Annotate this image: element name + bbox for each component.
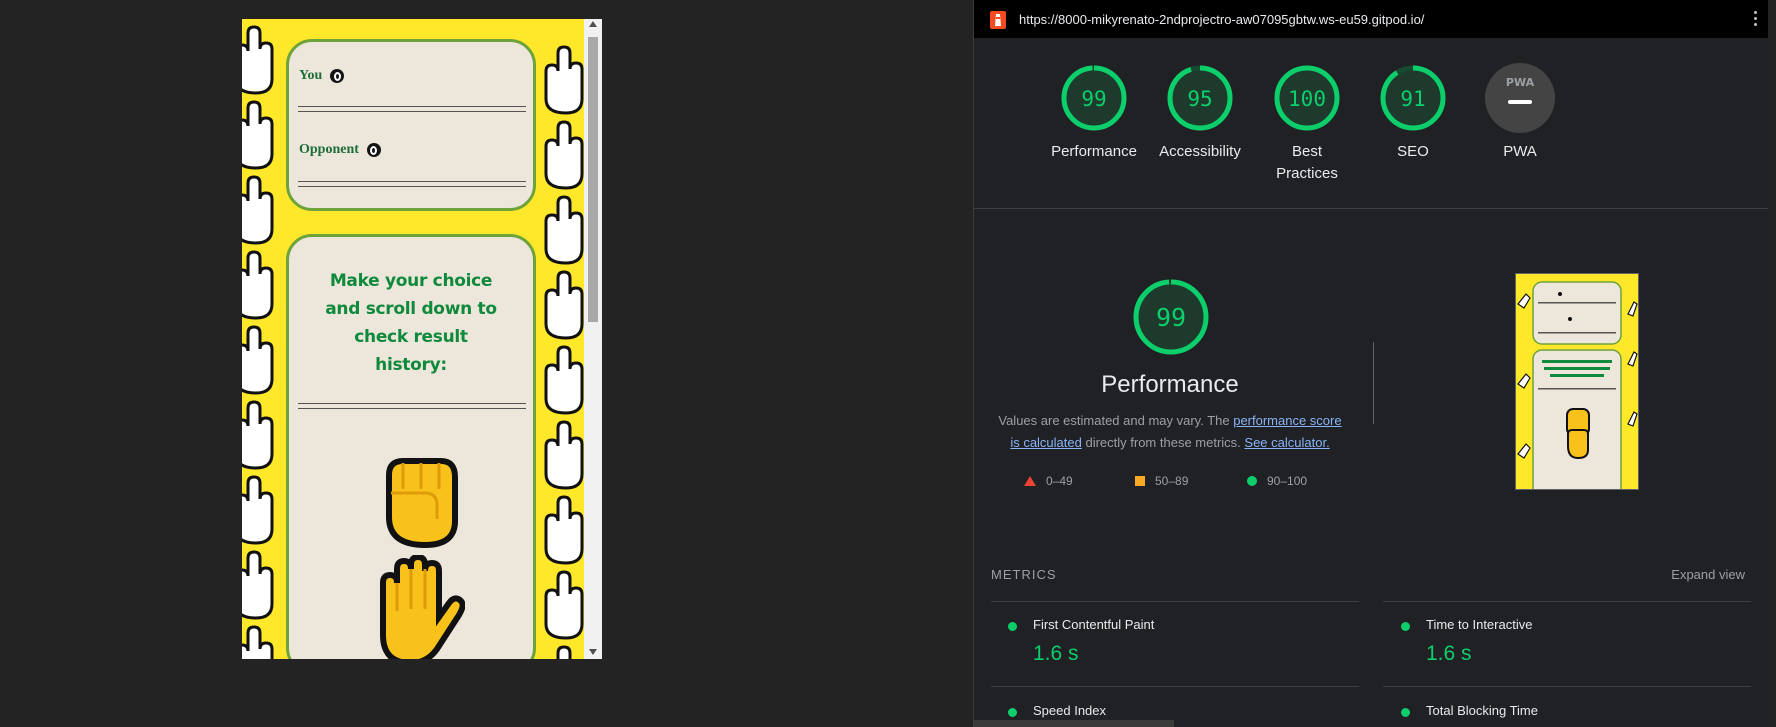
metric-value: 1.6 s [1426, 642, 1472, 665]
metric-name: First Contentful Paint [1033, 617, 1155, 632]
score-ring-icon: 100 [1274, 65, 1340, 131]
score-ring-icon: 91 [1380, 65, 1446, 131]
see-calculator-link[interactable]: See calculator. [1244, 435, 1329, 450]
legend-average: 50–89 [1135, 474, 1188, 488]
average-square-icon [1135, 476, 1145, 486]
scroll-up-arrow-icon[interactable] [589, 21, 597, 27]
values-note: Values are estimated and may vary. The p… [994, 410, 1346, 454]
legend-fail: 0–49 [1024, 474, 1073, 488]
preview-scrollbar[interactable] [584, 19, 602, 659]
gauge-separator [974, 208, 1768, 209]
gauge-best-practices[interactable]: 100 Best Practices [1247, 62, 1367, 185]
metric-value: 1.6 s [1033, 642, 1079, 665]
score-card: You Opponent [286, 39, 536, 211]
metrics-rule [991, 601, 1359, 602]
pass-circle-icon [1401, 622, 1410, 631]
url-bar: https://8000-mikyrenato-2ndprojectro-aw0… [974, 0, 1768, 38]
gauge-label-line: SEO [1397, 143, 1429, 160]
choice-card: Make your choice and scroll down to check … [286, 234, 536, 659]
choice-title-line: Make your choice [329, 271, 493, 291]
gauge-label-line: Performance [1051, 143, 1137, 160]
preview-viewport: You Opponent Make your choice and scroll … [242, 19, 584, 659]
legend-range: 50–89 [1155, 474, 1189, 488]
metrics-rule [1383, 601, 1751, 602]
svg-text:100: 100 [1288, 87, 1326, 111]
opponent-score-row: Opponent [299, 142, 381, 158]
pass-circle-icon [1247, 476, 1257, 486]
score-legend: 0–49 50–89 90–100 [1024, 472, 1364, 492]
note-text: Values are estimated and may vary. The [998, 413, 1234, 428]
fail-triangle-icon [1024, 476, 1036, 486]
score-ring-icon: 95 [1167, 65, 1233, 131]
lighthouse-logo-icon [990, 11, 1006, 29]
gauge-performance[interactable]: 99 Performance [1034, 62, 1154, 163]
pass-circle-icon [1008, 622, 1017, 631]
svg-text:99: 99 [1081, 87, 1106, 111]
mobile-preview: You Opponent Make your choice and scroll … [242, 19, 602, 659]
scroll-down-arrow-icon[interactable] [589, 649, 597, 655]
choice-title-line: and scroll down to [325, 299, 497, 319]
more-menu-icon[interactable] [1754, 11, 1758, 29]
vertical-divider [1373, 342, 1374, 424]
choice-title: Make your choice and scroll down to check … [289, 267, 533, 379]
metrics-rule [991, 686, 1359, 687]
pass-circle-icon [1008, 708, 1017, 717]
gauge-label: SEO [1353, 141, 1473, 163]
gauge-label-line: Accessibility [1159, 143, 1241, 160]
horizontal-scrollbar[interactable] [974, 720, 1174, 727]
metric-name: Speed Index [1033, 703, 1107, 718]
gauge-label-line: PWA [1503, 143, 1537, 160]
you-score-row: You [299, 68, 345, 84]
gauge-label: Accessibility [1140, 141, 1260, 163]
metrics-rule [1383, 686, 1751, 687]
svg-text:91: 91 [1400, 87, 1425, 111]
pwa-badge-icon: PWA [1485, 63, 1555, 133]
you-label: You [299, 68, 323, 83]
gauge-label: Best Practices [1247, 141, 1367, 185]
performance-title: Performance [1101, 371, 1239, 398]
choice-title-line: check result [354, 327, 468, 347]
svg-text:99: 99 [1156, 303, 1186, 332]
legend-pass: 90–100 [1247, 474, 1307, 488]
thumbnail-image [1516, 274, 1638, 489]
raised-hand-icon[interactable] [375, 555, 465, 659]
opponent-label: Opponent [299, 142, 359, 157]
lighthouse-report: https://8000-mikyrenato-2ndprojectro-aw0… [973, 0, 1768, 727]
gauge-seo[interactable]: 91 SEO [1353, 62, 1473, 163]
svg-text:95: 95 [1187, 87, 1212, 111]
expand-view-button[interactable]: Expand view [1671, 567, 1745, 582]
you-score-icon [330, 69, 345, 83]
note-text: directly from these metrics. [1081, 435, 1245, 450]
gauge-label: PWA [1460, 141, 1580, 163]
performance-big-gauge: 99 [1133, 279, 1209, 355]
legend-range: 0–49 [1046, 474, 1073, 488]
metrics-title: METRICS [991, 567, 1057, 582]
score-divider [298, 181, 526, 187]
report-url[interactable]: https://8000-mikyrenato-2ndprojectro-aw0… [1019, 12, 1424, 27]
gauge-accessibility[interactable]: 95 Accessibility [1140, 62, 1260, 163]
legend-range: 90–100 [1267, 474, 1308, 488]
pass-circle-icon [1401, 708, 1410, 717]
opponent-score-icon [366, 143, 381, 157]
score-divider [298, 106, 526, 112]
svg-text:PWA: PWA [1506, 76, 1535, 89]
gauge-pwa[interactable]: PWA PWA [1460, 62, 1580, 163]
gauge-label-line: Best [1291, 143, 1322, 160]
final-screenshot-thumbnail[interactable] [1515, 273, 1639, 490]
fist-icon[interactable] [379, 455, 459, 550]
gauge-label-line: Practices [1276, 165, 1338, 182]
choice-title-line: history: [375, 355, 447, 375]
gauge-label: Performance [1034, 141, 1154, 163]
score-ring-icon: 99 [1061, 65, 1127, 131]
metric-name: Total Blocking Time [1426, 703, 1538, 718]
scroll-thumb[interactable] [588, 37, 598, 322]
choice-divider [298, 403, 526, 409]
metric-name: Time to Interactive [1426, 617, 1533, 632]
